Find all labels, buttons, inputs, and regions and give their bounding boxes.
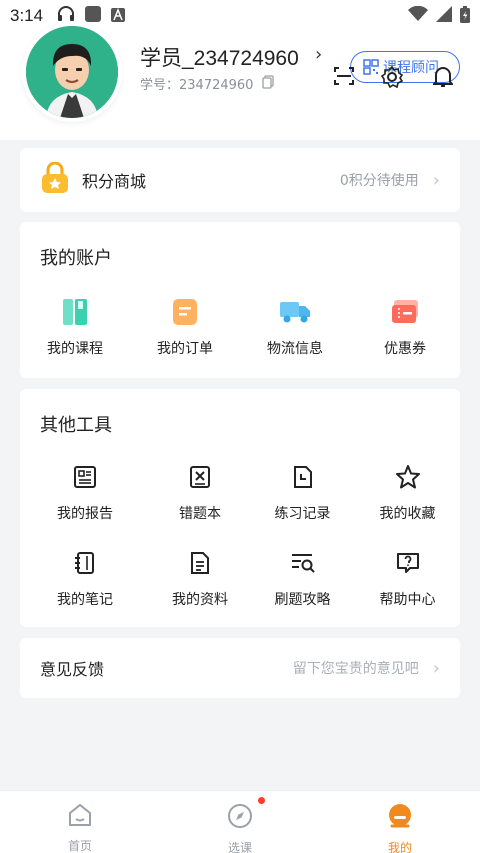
bell-icon[interactable] [431, 66, 455, 92]
points-status: 0积分待使用 [339, 173, 419, 189]
tool-item-wrong-book[interactable]: 错题本 [150, 461, 250, 523]
book-icon [59, 296, 91, 328]
battery-icon [460, 5, 470, 27]
tool-item-label: 我的资料 [172, 592, 228, 608]
nav-label-courses: 选课 [227, 841, 252, 853]
feedback-hint: 留下您宝贵的意见吧 [292, 661, 419, 677]
wrong-book-icon [184, 461, 216, 493]
document-icon [184, 547, 216, 579]
account-item-label: 我的课程 [47, 341, 103, 357]
tool-item-favorites[interactable]: 我的收藏 [355, 461, 460, 523]
account-item-label: 优惠券 [384, 341, 426, 357]
points-mall-card[interactable]: 积分商城 0积分待使用 › [20, 148, 460, 212]
scan-icon[interactable] [333, 66, 355, 90]
tool-item-notes[interactable]: 我的笔记 [20, 547, 150, 609]
tool-item-help[interactable]: 帮助中心 [355, 547, 460, 609]
other-tools-title: 其他工具 [40, 415, 112, 436]
star-icon [392, 461, 424, 493]
tool-item-label: 练习记录 [274, 506, 331, 522]
chevron-right-icon[interactable]: › [315, 44, 322, 65]
tool-item-label: 错题本 [179, 506, 221, 522]
account-item-label: 物流信息 [267, 341, 323, 357]
other-tools-card: 其他工具 我的报告 错题本 练习记录 我的收藏 我的笔记 我的资料 刷题攻略 帮… [20, 389, 460, 627]
notification-dot [258, 797, 265, 804]
profile-icon [387, 803, 413, 833]
tool-item-strategy[interactable]: 刷题攻略 [250, 547, 355, 609]
avatar[interactable] [22, 22, 122, 122]
signal-icon [436, 6, 452, 26]
tool-item-label: 刷题攻略 [274, 592, 331, 608]
account-item-label: 我的订单 [157, 341, 213, 357]
chevron-right-icon: › [432, 657, 440, 679]
tool-item-report[interactable]: 我的报告 [20, 461, 150, 523]
tool-item-label: 我的笔记 [57, 592, 113, 608]
compass-icon [227, 803, 253, 833]
account-item-logistics[interactable]: 物流信息 [240, 296, 350, 358]
tool-item-label: 我的报告 [57, 506, 113, 522]
wifi-icon [408, 5, 428, 26]
tool-item-label: 帮助中心 [379, 592, 436, 608]
home-icon [68, 803, 92, 831]
search-list-icon [287, 547, 319, 579]
feedback-title: 意见反馈 [40, 660, 105, 679]
nav-item-profile[interactable]: 我的 [320, 791, 480, 853]
coupon-icon [389, 296, 421, 328]
tool-item-label: 我的收藏 [379, 506, 436, 522]
chevron-right-icon: › [432, 169, 440, 191]
account-item-coupons[interactable]: 优惠券 [350, 296, 460, 358]
my-account-card: 我的账户 我的课程 我的订单 物流信息 优惠券 [20, 222, 460, 378]
nav-label-profile: 我的 [387, 841, 412, 853]
copy-icon[interactable] [262, 74, 274, 93]
account-item-courses[interactable]: 我的课程 [20, 296, 130, 358]
settings-icon[interactable] [380, 65, 404, 92]
my-account-title: 我的账户 [40, 248, 112, 269]
profile-header: 学员_234724960 › 学号：234724960 课程顾问 [0, 22, 480, 140]
account-item-orders[interactable]: 我的订单 [130, 296, 240, 358]
nav-label-home: 首页 [67, 839, 92, 853]
tool-item-practice-record[interactable]: 练习记录 [250, 461, 355, 523]
report-icon [69, 461, 101, 493]
qr-code-icon [363, 59, 379, 75]
font-a-icon [111, 7, 126, 26]
lock-reward-icon [40, 161, 70, 198]
order-icon [169, 296, 201, 328]
user-name[interactable]: 学员_234724960 [140, 42, 299, 72]
nav-item-courses[interactable]: 选课 [160, 791, 320, 853]
practice-record-icon [287, 461, 319, 493]
nav-item-home[interactable]: 首页 [0, 791, 160, 853]
student-id: 学号：234724960 [140, 78, 254, 93]
notebook-icon [69, 547, 101, 579]
points-mall-title: 积分商城 [82, 172, 147, 191]
tool-item-materials[interactable]: 我的资料 [150, 547, 250, 609]
status-time: 3:14 [10, 6, 44, 25]
square-icon [85, 6, 102, 26]
truck-icon [279, 296, 311, 328]
help-icon [392, 547, 424, 579]
bottom-nav: 首页 选课 我的 [0, 790, 480, 853]
feedback-card[interactable]: 意见反馈 留下您宝贵的意见吧 › [20, 638, 460, 698]
